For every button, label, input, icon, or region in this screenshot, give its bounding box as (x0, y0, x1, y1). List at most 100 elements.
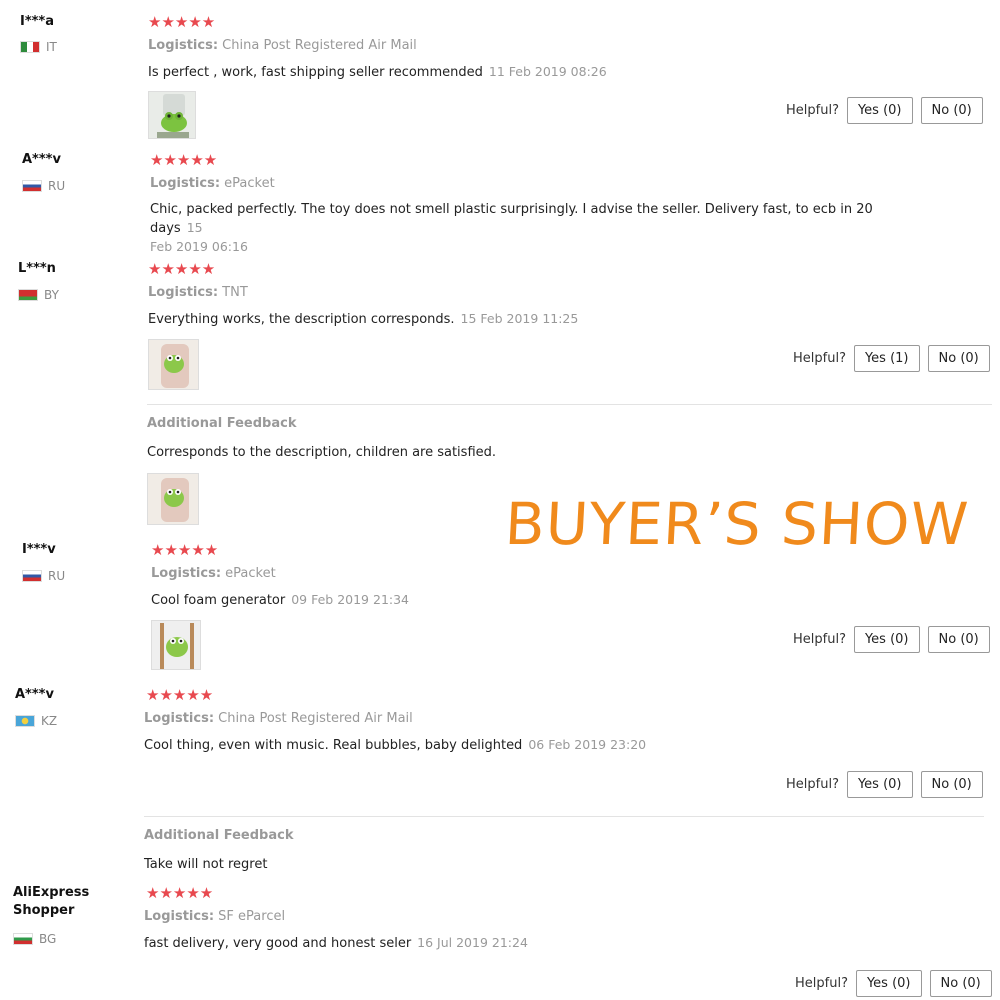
review-text: Is perfect , work, fast shipping seller … (148, 63, 607, 82)
review-text: Everything works, the description corres… (148, 310, 578, 329)
additional-feedback-title: Additional Feedback (144, 828, 294, 843)
review-body: Cool thing, even with music. Real bubble… (144, 738, 523, 753)
country-code: RU (48, 569, 66, 583)
logistics-line: Logistics: China Post Registered Air Mai… (148, 38, 417, 53)
logistics-value: ePacket (224, 176, 275, 191)
rating-stars: ★★★★★ (148, 260, 216, 278)
helpful-label: Helpful? (795, 976, 848, 991)
ru-flag-icon (22, 570, 42, 582)
kz-flag-icon (15, 715, 35, 727)
reviewer-name-line: AliExpress (13, 885, 90, 900)
frog-toy-photo-icon (152, 621, 200, 669)
logistics-value: ePacket (225, 566, 276, 581)
helpful-vote: Helpful? Yes (0) No (0) (795, 970, 992, 997)
review-text: Cool foam generator 09 Feb 2019 21:34 (151, 591, 409, 610)
rating-stars: ★★★★★ (151, 541, 219, 559)
reviewer-country: BG (13, 932, 56, 946)
frog-toy-photo-icon (148, 474, 198, 524)
vote-yes-button[interactable]: Yes (1) (853, 345, 920, 372)
rating-stars: ★★★★★ (148, 13, 216, 31)
reviewer-name: A***v (15, 687, 54, 702)
logistics-value: China Post Registered Air Mail (218, 711, 413, 726)
vote-yes-button[interactable]: Yes (0) (853, 626, 920, 653)
rating-stars: ★★★★★ (146, 686, 214, 704)
helpful-label: Helpful? (786, 777, 839, 792)
reviewer-name-line: Shopper (13, 903, 75, 918)
reviewer-name: I***v (22, 542, 56, 557)
divider (144, 816, 984, 817)
reviewer-country: BY (18, 288, 59, 302)
logistics-label: Logistics: (144, 909, 215, 924)
country-code: IT (46, 40, 57, 54)
country-code: RU (48, 179, 66, 193)
logistics-line: Logistics: ePacket (150, 176, 275, 191)
divider (147, 404, 992, 405)
helpful-vote: Helpful? Yes (1) No (0) (793, 345, 990, 372)
review-text: Chic, packed perfectly. The toy does not… (150, 201, 890, 257)
additional-feedback-text: Take will not regret (144, 857, 268, 872)
review-body: Chic, packed perfectly. The toy does not… (150, 202, 873, 236)
review-text: fast delivery, very good and honest sele… (144, 934, 528, 953)
frog-toy-photo-icon (149, 340, 198, 389)
helpful-vote: Helpful? Yes (0) No (0) (786, 97, 983, 124)
review-photo-thumbnail[interactable] (147, 473, 199, 525)
helpful-vote: Helpful? Yes (0) No (0) (786, 771, 983, 798)
additional-feedback-text: Corresponds to the description, children… (147, 445, 497, 460)
review-photo-thumbnail[interactable] (148, 91, 196, 139)
review-date: 06 Feb 2019 23:20 (528, 737, 647, 752)
review-body: Cool foam generator (151, 593, 286, 608)
country-code: BG (39, 932, 57, 946)
reviewer-country: RU (22, 569, 65, 583)
review-body: fast delivery, very good and honest sele… (144, 936, 412, 951)
country-code: KZ (41, 714, 58, 728)
ru-flag-icon (22, 180, 42, 192)
helpful-label: Helpful? (793, 351, 846, 366)
buyers-show-watermark: BUYER’S SHOW (503, 490, 971, 558)
helpful-label: Helpful? (786, 103, 839, 118)
vote-no-button[interactable]: No (0) (927, 626, 990, 653)
reviewer-country: RU (22, 179, 65, 193)
vote-no-button[interactable]: No (0) (927, 345, 990, 372)
logistics-line: Logistics: China Post Registered Air Mai… (144, 711, 413, 726)
logistics-value: China Post Registered Air Mail (222, 38, 417, 53)
vote-yes-button[interactable]: Yes (0) (855, 970, 922, 997)
logistics-line: Logistics: TNT (148, 285, 248, 300)
review-date: 09 Feb 2019 21:34 (291, 592, 410, 607)
logistics-label: Logistics: (148, 285, 219, 300)
frog-toy-photo-icon (149, 92, 195, 138)
reviewer-name: A***v (22, 152, 61, 167)
review-photo-thumbnail[interactable] (151, 620, 201, 670)
logistics-value: SF eParcel (218, 909, 286, 924)
review-date-part: 15 (186, 220, 203, 235)
it-flag-icon (20, 41, 40, 53)
logistics-label: Logistics: (144, 711, 215, 726)
logistics-line: Logistics: ePacket (151, 566, 276, 581)
review-photo-thumbnail[interactable] (148, 339, 199, 390)
helpful-label: Helpful? (793, 632, 846, 647)
rating-stars: ★★★★★ (146, 884, 214, 902)
logistics-label: Logistics: (150, 176, 221, 191)
bg-flag-icon (13, 933, 33, 945)
logistics-label: Logistics: (148, 38, 219, 53)
helpful-vote: Helpful? Yes (0) No (0) (793, 626, 990, 653)
reviewer-country: IT (20, 40, 57, 54)
by-flag-icon (18, 289, 38, 301)
vote-yes-button[interactable]: Yes (0) (846, 97, 913, 124)
vote-yes-button[interactable]: Yes (0) (846, 771, 913, 798)
logistics-line: Logistics: SF eParcel (144, 909, 285, 924)
logistics-value: TNT (222, 285, 248, 300)
review-body: Is perfect , work, fast shipping seller … (148, 65, 483, 80)
reviewer-name: AliExpress Shopper (13, 885, 89, 919)
logistics-label: Logistics: (151, 566, 222, 581)
country-code: BY (44, 288, 59, 302)
review-date: 15 Feb 2019 11:25 (460, 311, 579, 326)
reviewer-name: L***n (18, 261, 56, 276)
review-text: Cool thing, even with music. Real bubble… (144, 736, 646, 755)
vote-no-button[interactable]: No (0) (920, 771, 983, 798)
vote-no-button[interactable]: No (0) (920, 97, 983, 124)
additional-feedback-title: Additional Feedback (147, 416, 297, 431)
review-date-part: Feb 2019 06:16 (150, 239, 248, 254)
review-date: 11 Feb 2019 08:26 (488, 64, 607, 79)
review-body: Everything works, the description corres… (148, 312, 455, 327)
vote-no-button[interactable]: No (0) (929, 970, 992, 997)
